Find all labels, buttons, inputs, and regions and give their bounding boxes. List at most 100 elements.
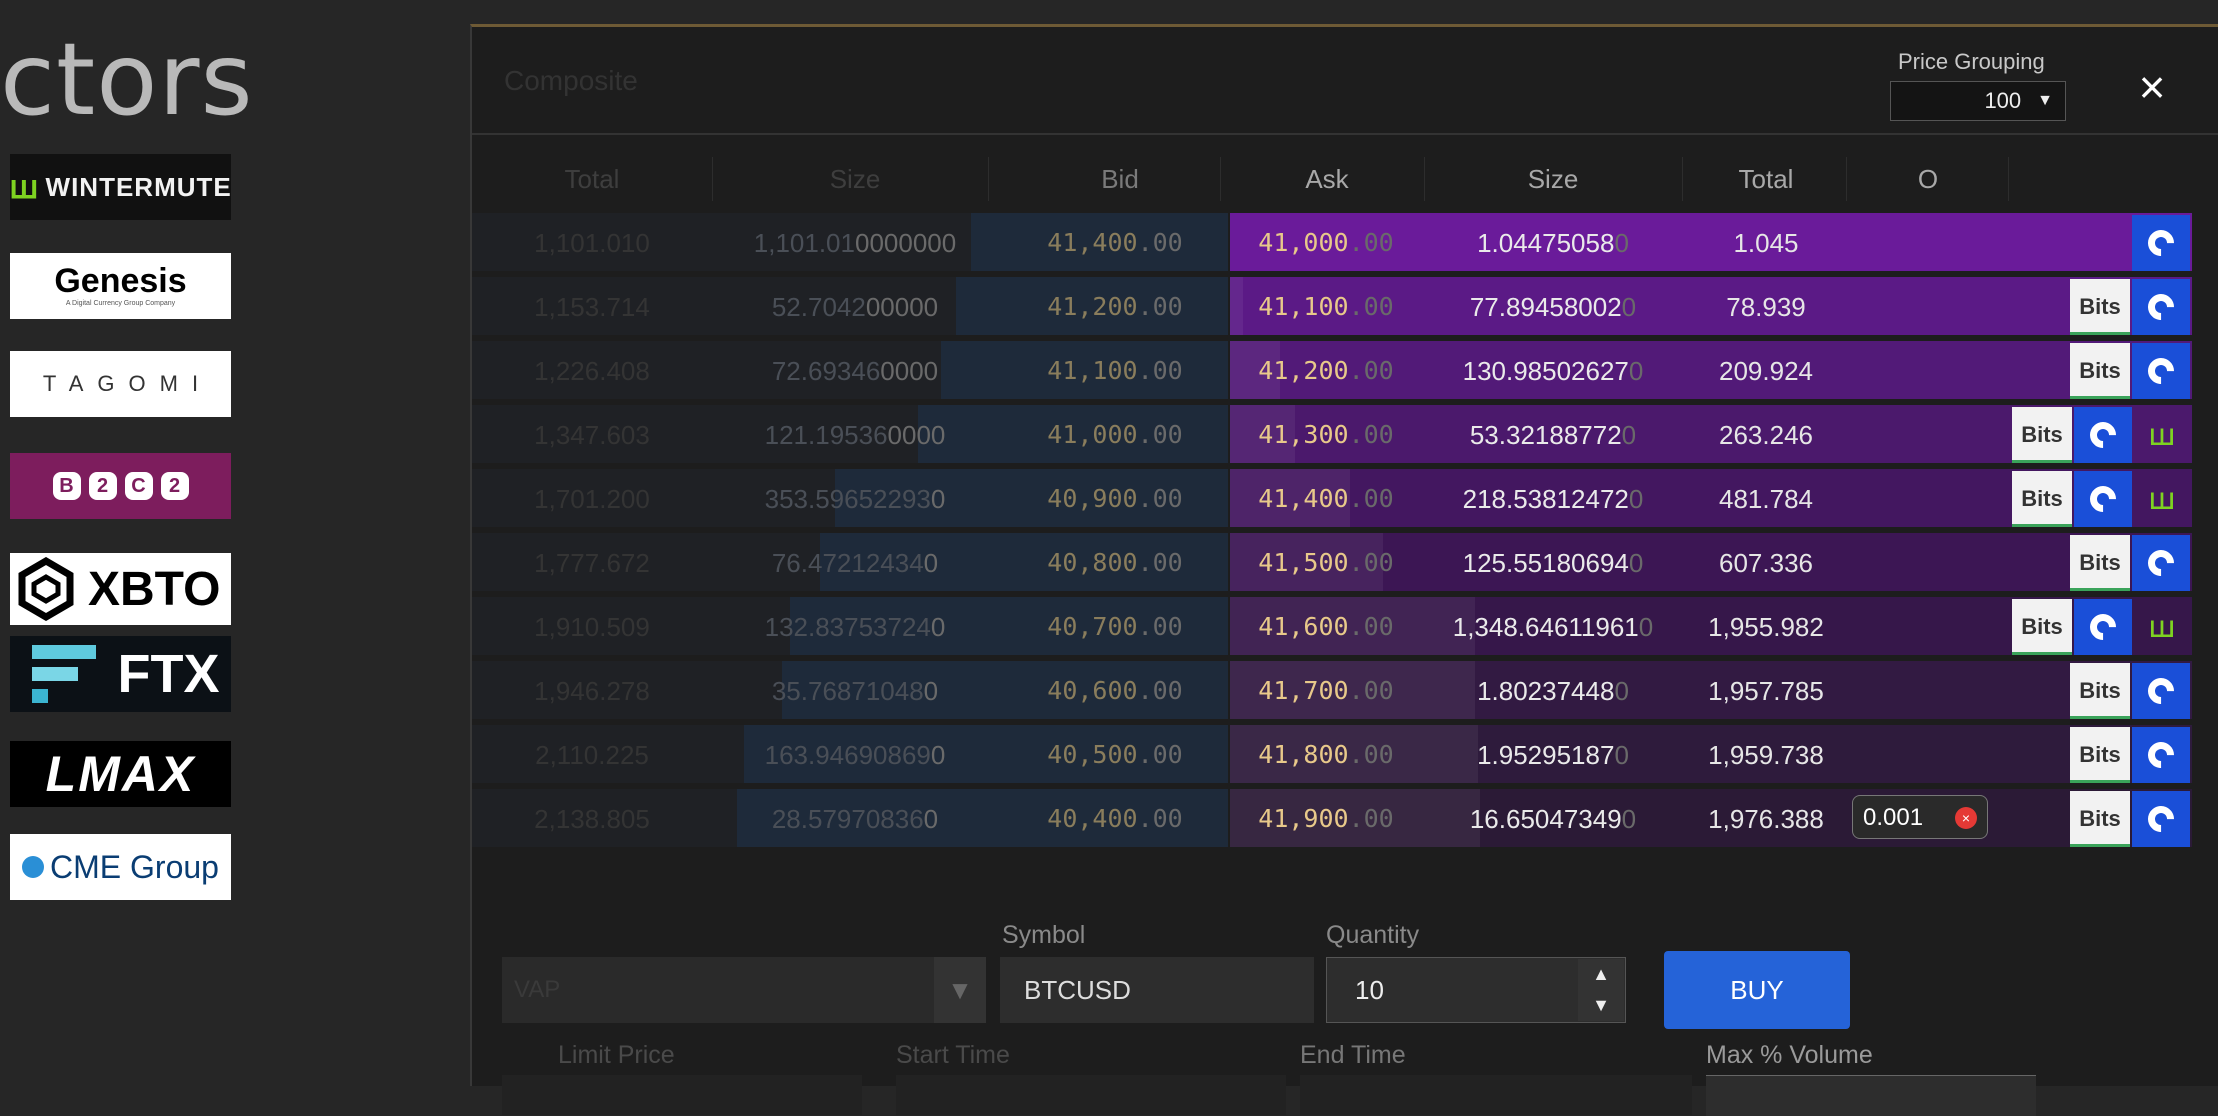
- genesis-logo-text: Genesis: [54, 262, 187, 300]
- header-bid[interactable]: Bid: [1020, 157, 1221, 201]
- ask-size-cell-value: 125.55180694: [1462, 548, 1629, 578]
- ask-price-cell: 41,400.00: [1236, 467, 1416, 531]
- bid-size-cell-value: 28.57970836: [771, 804, 924, 834]
- bid-size-cell: 1,101.010000000: [722, 211, 988, 275]
- ask-price-cell: 41,700.00: [1236, 659, 1416, 723]
- wintermute-icon: ꟺ: [2148, 418, 2176, 452]
- algo-select[interactable]: VAP: [502, 957, 986, 1023]
- price-grouping-select[interactable]: 100 ▼: [1890, 81, 2066, 121]
- bid-total-cell: 1,701.200: [472, 467, 712, 531]
- wintermute-logo-text: WINTERMUTE: [45, 171, 231, 202]
- ask-size-cell-value: 77.89458002: [1469, 292, 1622, 322]
- order-book-row[interactable]: 1,701.200 353.596522930 40,900.00 41,400.00…: [472, 467, 2192, 527]
- coinbase-icon: [2132, 727, 2190, 783]
- coinbase-icon: [2074, 599, 2132, 655]
- order-book-row[interactable]: 2,138.805 28.579708360 40,400.00 41,900.00 1…: [472, 787, 2192, 847]
- bid-total-cell: 1,226.408: [472, 339, 712, 403]
- order-book-row[interactable]: 1,946.278 35.768710480 40,600.00 41,700.00 1…: [472, 659, 2192, 719]
- buy-button[interactable]: BUY: [1664, 951, 1850, 1029]
- limit-price-input[interactable]: [502, 1075, 862, 1115]
- bid-total-cell-value: 1,101.010: [534, 228, 650, 258]
- venue-badges: Bits ꟺ: [2012, 407, 2190, 463]
- bid-size-cell-suffix: 0: [923, 676, 939, 706]
- bid-size-cell-value: 72.69346: [771, 356, 881, 386]
- stepper-up-icon[interactable]: ▲: [1578, 959, 1624, 990]
- limit-price-label: Limit Price: [558, 1041, 675, 1069]
- venue-badges: Bits: [2070, 663, 2190, 719]
- bid-size-cell: 35.768710480: [722, 659, 988, 723]
- ask-price-cell-suffix: .00: [1348, 484, 1394, 513]
- header-orders[interactable]: O: [1848, 157, 2009, 201]
- end-time-input[interactable]: [1300, 1075, 1692, 1115]
- header-ask[interactable]: Ask: [1230, 157, 1425, 201]
- start-time-label: Start Time: [896, 1041, 1010, 1069]
- venue-badges: Bits ꟺ: [2012, 471, 2190, 527]
- header-bid-size[interactable]: Size: [722, 157, 989, 201]
- order-book-row[interactable]: 1,347.603 121.195360000 41,000.00 41,300.00…: [472, 403, 2192, 463]
- ask-total-cell: 1,976.388: [1686, 787, 1846, 851]
- symbol-field[interactable]: BTCUSD: [1000, 957, 1314, 1023]
- bid-size-cell-value: 76.47212434: [771, 548, 924, 578]
- bid-price-cell-value: 40,500: [1047, 740, 1138, 769]
- bid-total-cell-value: 2,138.805: [534, 804, 650, 834]
- coinbase-ring-icon: [2142, 736, 2180, 774]
- ask-price-cell-suffix: .00: [1348, 420, 1394, 449]
- ftx-logo-text: FTX: [117, 644, 220, 704]
- xbto-hexagon-icon: [18, 557, 74, 621]
- bid-total-cell: 2,110.225: [472, 723, 712, 787]
- quantity-stepper[interactable]: ▲ ▼: [1578, 959, 1624, 1021]
- order-book-row[interactable]: 1,101.010 1,101.010000000 41,400.00 41,000.…: [472, 211, 2192, 271]
- order-book-panel: Composite Price Grouping 100 ▼ × Total S…: [470, 24, 2218, 1116]
- bid-price-cell-value: 41,200: [1047, 292, 1138, 321]
- close-button[interactable]: ×: [2122, 57, 2182, 117]
- ask-size-cell: 130.985026270: [1424, 339, 1682, 403]
- working-order-chip[interactable]: 0.001 ×: [1852, 795, 1988, 839]
- bitstamp-icon: Bits: [2070, 663, 2130, 719]
- ask-price-cell-suffix: .00: [1348, 356, 1394, 385]
- ftx-logo: FTX: [10, 636, 231, 712]
- xbto-logo-text: XBTO: [88, 562, 221, 616]
- ask-price-cell-value: 41,000: [1258, 228, 1349, 257]
- order-book-row[interactable]: 1,226.408 72.693460000 41,100.00 41,200.00 1…: [472, 339, 2192, 399]
- ask-price-cell-suffix: .00: [1348, 740, 1394, 769]
- ask-size-cell-suffix: 0: [1638, 612, 1654, 642]
- symbol-label: Symbol: [1002, 921, 1086, 949]
- header-ask-total[interactable]: Total: [1686, 157, 1847, 201]
- ask-total-cell: 1,959.738: [1686, 723, 1846, 787]
- max-volume-input[interactable]: [1706, 1075, 2036, 1116]
- stepper-down-icon[interactable]: ▼: [1578, 990, 1624, 1021]
- order-book-row[interactable]: 1,777.672 76.472124340 40,800.00 41,500.00 1…: [472, 531, 2192, 591]
- bitstamp-icon: Bits: [2012, 599, 2072, 655]
- order-book-row[interactable]: 2,110.225 163.946908690 40,500.00 41,800.00…: [472, 723, 2192, 783]
- bid-total-cell: 2,138.805: [472, 787, 712, 851]
- header-bid-total[interactable]: Total: [472, 157, 713, 201]
- start-time-input[interactable]: [896, 1075, 1286, 1115]
- bid-price-cell-value: 40,700: [1047, 612, 1138, 641]
- coinbase-icon: [2132, 215, 2190, 271]
- ask-size-cell-value: 1.04475058: [1477, 228, 1615, 258]
- ask-price-cell: 41,000.00: [1236, 211, 1416, 275]
- bid-size-cell-value: 35.76871048: [771, 676, 924, 706]
- algo-dropdown-button[interactable]: ▼: [934, 957, 986, 1023]
- bid-size-cell-suffix: 0: [930, 484, 946, 514]
- coinbase-ring-icon: [2142, 288, 2180, 326]
- price-grouping-value: 100: [1984, 88, 2022, 113]
- order-book-row[interactable]: 1,153.714 52.704200000 41,200.00 41,100.00 7…: [472, 275, 2192, 335]
- ask-size-cell: 1.952951870: [1424, 723, 1682, 787]
- order-book-row[interactable]: 1,910.509 132.837537240 40,700.00 41,600.00…: [472, 595, 2192, 655]
- wintermute-icon: ꟺ: [2148, 610, 2176, 644]
- bid-price-cell-suffix: .00: [1137, 804, 1183, 833]
- cancel-order-icon[interactable]: ×: [1955, 807, 1977, 829]
- bitstamp-icon: Bits: [2070, 535, 2130, 591]
- bid-total-cell-value: 1,777.672: [534, 548, 650, 578]
- ask-total-cell-value: 209.924: [1719, 356, 1813, 386]
- bid-total-cell-value: 1,910.509: [534, 612, 650, 642]
- bid-total-cell: 1,910.509: [472, 595, 712, 659]
- bid-price-cell-value: 40,400: [1047, 804, 1138, 833]
- header-divider: [472, 133, 2218, 135]
- cme-globe-icon: [22, 856, 45, 878]
- coinbase-icon: [2132, 791, 2190, 847]
- bid-size-cell-value: 132.83753724: [764, 612, 931, 642]
- bid-price-cell-suffix: .00: [1137, 548, 1183, 577]
- header-ask-size[interactable]: Size: [1424, 157, 1683, 201]
